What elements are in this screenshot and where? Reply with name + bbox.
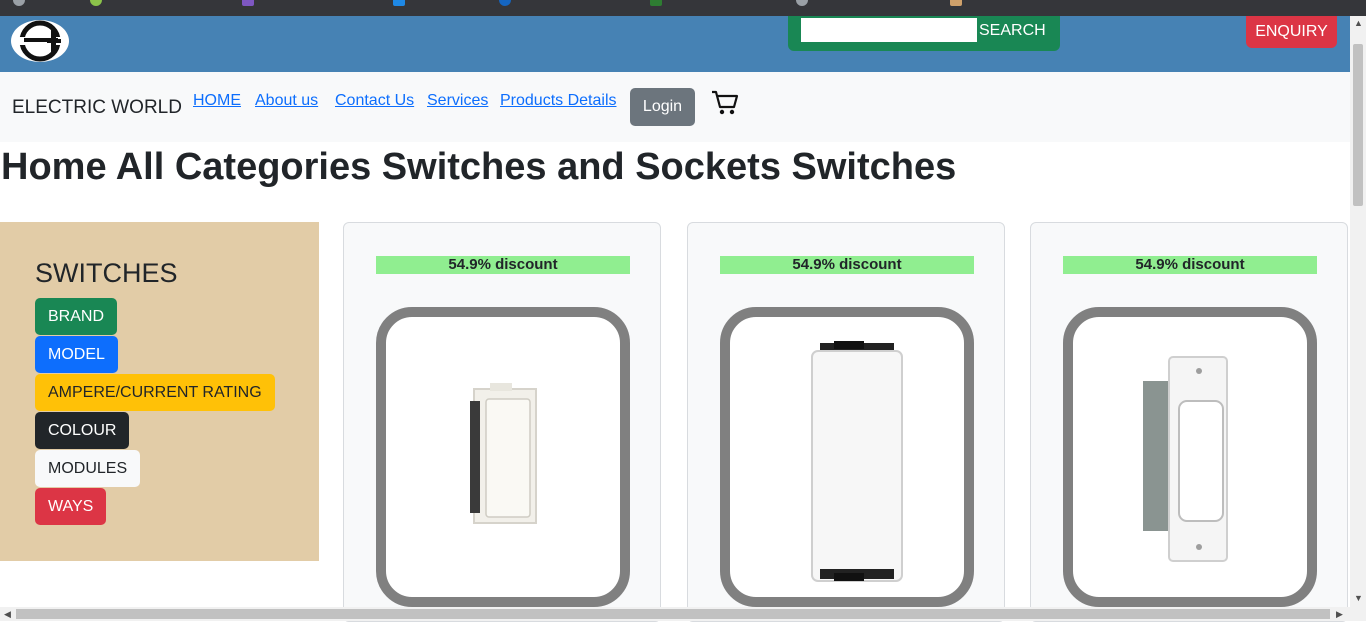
- sidebar-title: SWITCHES: [35, 258, 178, 288]
- bookmark-icon[interactable]: [796, 0, 808, 6]
- switch-image: [1143, 356, 1228, 562]
- bookmark-icon[interactable]: [13, 0, 25, 6]
- scroll-right-arrow-icon[interactable]: ▶: [1336, 607, 1343, 621]
- filter-ampere-button[interactable]: AMPERE/CURRENT RATING: [35, 374, 275, 411]
- login-button[interactable]: Login: [630, 88, 695, 126]
- horizontal-scrollbar[interactable]: ◀ ▶: [0, 607, 1366, 621]
- filter-brand-button[interactable]: BRAND: [35, 298, 118, 335]
- bookmark-icon[interactable]: [393, 0, 405, 6]
- main-navbar: ELECTRIC WORLD HOME About us Contact Us …: [0, 72, 1350, 142]
- bookmark-icon[interactable]: [650, 0, 662, 6]
- bookmark-icon[interactable]: [950, 0, 962, 6]
- nav-link-contact-us[interactable]: Contact Us: [335, 92, 414, 110]
- category-sidebar: SWITCHES BRAND MODEL AMPERE/CURRENT RATI…: [0, 222, 319, 561]
- nav-link-home[interactable]: HOME: [193, 92, 241, 110]
- bookmark-icon[interactable]: [242, 0, 254, 6]
- filter-model-button[interactable]: MODEL: [35, 336, 118, 373]
- filter-colour-button[interactable]: COLOUR: [35, 412, 130, 449]
- top-header: SEARCH ENQUIRY: [0, 16, 1350, 72]
- switch-image: [470, 383, 537, 524]
- discount-badge: 54.9% discount: [376, 256, 630, 274]
- enquiry-button[interactable]: ENQUIRY: [1246, 16, 1337, 48]
- filter-modules-button[interactable]: MODULES: [35, 450, 141, 487]
- vertical-scrollbar[interactable]: ▲ ▼: [1350, 16, 1366, 607]
- logo-icon[interactable]: [11, 20, 69, 62]
- search-form: SEARCH: [788, 16, 1060, 51]
- nav-link-services[interactable]: Services: [427, 92, 488, 110]
- discount-badge: 54.9% discount: [1063, 256, 1317, 274]
- search-button[interactable]: SEARCH: [979, 16, 1057, 46]
- page-title: Home All Categories Switches and Sockets…: [1, 146, 957, 188]
- switch-image: [811, 341, 903, 582]
- product-card[interactable]: 54.9% discount: [1030, 222, 1348, 622]
- bookmark-icon[interactable]: [90, 0, 102, 6]
- scroll-up-arrow-icon[interactable]: ▲: [1354, 16, 1363, 30]
- product-card[interactable]: 54.9% discount: [687, 222, 1005, 622]
- scroll-down-arrow-icon[interactable]: ▼: [1354, 591, 1363, 605]
- horizontal-scroll-thumb[interactable]: [16, 609, 1330, 619]
- filter-ways-button[interactable]: WAYS: [35, 488, 107, 525]
- search-input[interactable]: [801, 18, 977, 42]
- browser-bookmarks-bar: [0, 0, 1366, 16]
- scroll-left-arrow-icon[interactable]: ◀: [4, 607, 11, 621]
- product-image[interactable]: [1063, 307, 1317, 607]
- discount-badge: 54.9% discount: [720, 256, 974, 274]
- brand-name[interactable]: ELECTRIC WORLD: [12, 97, 182, 119]
- product-card[interactable]: 54.9% discount: [343, 222, 661, 622]
- nav-link-products-details[interactable]: Products Details: [500, 92, 617, 110]
- cart-icon[interactable]: [711, 89, 739, 117]
- product-image[interactable]: [720, 307, 974, 607]
- nav-link-about-us[interactable]: About us: [255, 92, 318, 110]
- product-image[interactable]: [376, 307, 630, 607]
- bookmark-icon[interactable]: [499, 0, 511, 6]
- vertical-scroll-thumb[interactable]: [1353, 44, 1363, 206]
